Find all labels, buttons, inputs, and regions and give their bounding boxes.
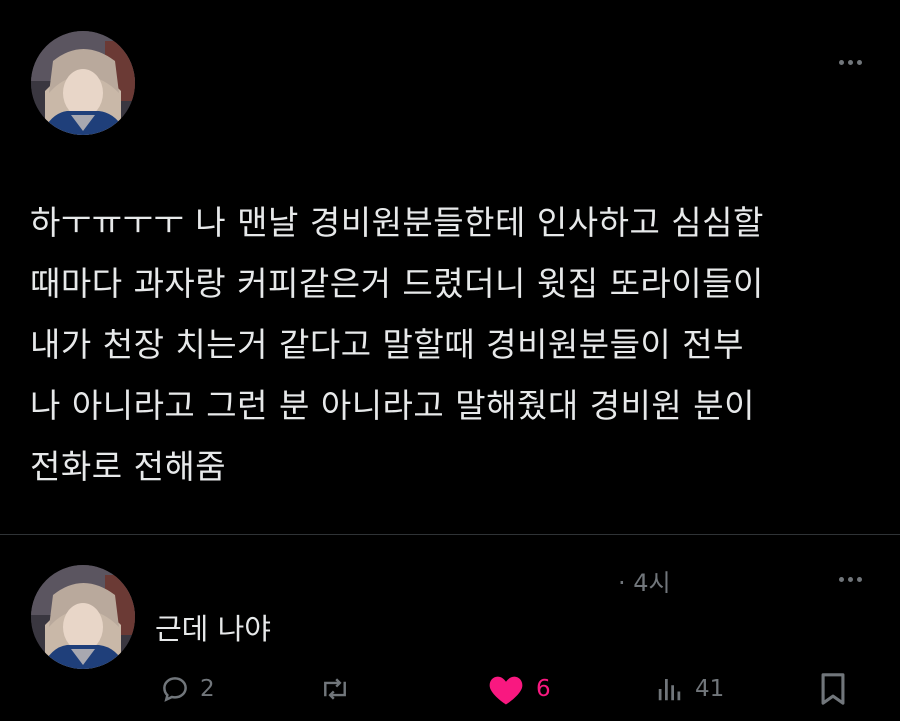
post-text-line: 하ㅜㅠㅜㅜ 나 맨날 경비원분들한테 인사하고 심심할 <box>30 203 764 242</box>
bookmark-button[interactable] <box>818 664 848 714</box>
reply-icon <box>163 677 187 702</box>
repost-icon <box>324 678 346 700</box>
reply-action-bar: 2 6 41 <box>0 664 900 714</box>
post-text-line: 나 아니라고 그런 분 아니라고 말해줬대 경비원 분이 <box>30 386 755 425</box>
more-icon-dot <box>856 576 862 582</box>
divider <box>0 534 900 535</box>
post-text-line: 내가 천장 치는거 같다고 말할때 경비원분들이 전부 <box>30 325 744 364</box>
views-button[interactable]: 41 <box>655 664 724 714</box>
more-icon-dot <box>847 576 853 582</box>
bookmark-icon <box>821 673 845 705</box>
post-text: 하ㅜㅠㅜㅜ 나 맨날 경비원분들한테 인사하고 심심할 때마다 과자랑 커피같은… <box>30 192 880 497</box>
avatar-image <box>31 31 135 135</box>
avatar-image <box>31 565 135 669</box>
post-text-line: 때마다 과자랑 커피같은거 드렸더니 윗집 또라이들이 <box>30 264 764 303</box>
view-count: 41 <box>695 676 725 702</box>
more-icon-dot <box>847 59 853 65</box>
reply-more-options-button[interactable] <box>830 567 870 591</box>
views-icon <box>658 679 681 701</box>
more-icon-dot <box>856 59 862 65</box>
reply-author-avatar[interactable] <box>31 565 135 669</box>
reply-text: 근데 나야 <box>155 612 271 646</box>
more-icon <box>838 576 844 582</box>
reply-timestamp[interactable]: · 4시 <box>618 563 671 598</box>
heart-icon <box>489 676 523 705</box>
repost-button[interactable] <box>318 664 362 714</box>
reply-count: 2 <box>200 676 215 702</box>
author-avatar[interactable] <box>31 31 135 135</box>
more-icon <box>838 59 844 65</box>
reply-button[interactable]: 2 <box>160 664 215 714</box>
post-text-line: 전화로 전해줌 <box>30 447 227 486</box>
more-options-button[interactable] <box>830 50 870 74</box>
like-count: 6 <box>536 676 551 702</box>
like-button[interactable]: 6 <box>486 664 551 714</box>
